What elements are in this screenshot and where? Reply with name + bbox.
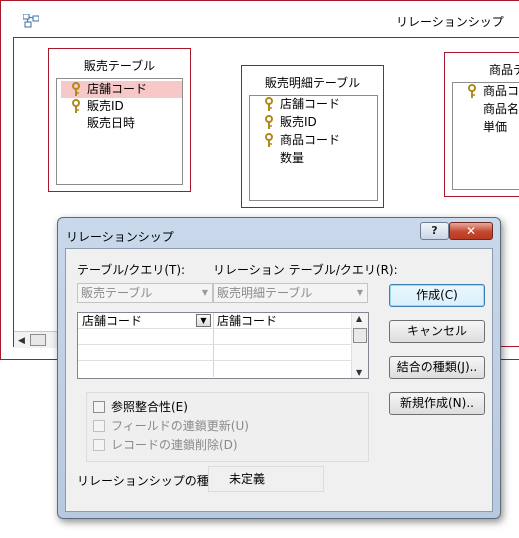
table-box-sales-detail[interactable]: 販売明細テーブル 店舗コード 販売ID 商品コード 数量 — [241, 65, 384, 208]
key-icon — [265, 133, 273, 147]
column-separator — [213, 313, 214, 328]
field-item[interactable]: 販売ID — [254, 114, 377, 131]
table-box-sales[interactable]: 販売テーブル 店舗コード 販売ID 販売日時 — [48, 48, 191, 192]
table-title: 商品テ — [489, 63, 519, 77]
field-item[interactable]: 店舗コード — [254, 96, 377, 113]
chevron-down-icon: ▼ — [201, 288, 208, 297]
vertical-scrollbar[interactable]: ▲ ▼ — [351, 313, 368, 378]
relationships-title: リレーションシップ — [396, 15, 504, 29]
grid-cell-right[interactable]: 店舗コード — [217, 313, 277, 329]
integrity-options-group: 参照整合性(E) フィールドの連鎖更新(U) レコードの連鎖削除(D) — [86, 392, 369, 462]
create-new-button[interactable]: 新規作成(N).. — [389, 392, 485, 415]
grid-row[interactable] — [78, 329, 352, 345]
key-icon — [72, 99, 80, 113]
scroll-thumb[interactable] — [30, 334, 46, 346]
field-item[interactable]: 店舗コード — [61, 81, 182, 98]
edit-relationships-dialog: リレーションシップ ? ✕ テーブル/クエリ(T): リレーション テーブル/ク… — [57, 217, 501, 519]
key-icon — [72, 82, 80, 96]
referential-integrity-checkbox[interactable]: 参照整合性(E) — [93, 399, 188, 415]
dialog-title: リレーションシップ — [66, 230, 174, 244]
field-list[interactable]: 商品コー 商品名 単価 — [452, 82, 519, 190]
field-item[interactable]: 数量 — [254, 150, 377, 167]
cancel-button[interactable]: キャンセル — [389, 320, 485, 343]
close-button[interactable]: ✕ — [449, 222, 493, 240]
column-separator — [213, 361, 214, 377]
relationship-type-label: リレーションシップの種類 — [77, 474, 221, 488]
checkbox-box[interactable] — [93, 439, 105, 451]
dialog-body: テーブル/クエリ(T): リレーション テーブル/クエリ(R): 販売テーブル … — [65, 248, 493, 512]
related-table-query-label: リレーション テーブル/クエリ(R): — [213, 263, 398, 277]
key-icon — [265, 115, 273, 129]
chevron-down-icon: ▼ — [356, 288, 363, 297]
table-box-products[interactable]: 商品テ 商品コー 商品名 単価 — [444, 52, 519, 197]
table-title: 販売明細テーブル — [264, 76, 361, 90]
scroll-left-icon[interactable]: ◀ — [18, 336, 25, 346]
grid-row[interactable] — [78, 361, 352, 377]
relationships-icon — [23, 14, 39, 28]
field-list[interactable]: 店舗コード 販売ID 商品コード 数量 — [249, 95, 378, 201]
table-query-label: テーブル/クエリ(T): — [77, 263, 186, 277]
cascade-delete-checkbox[interactable]: レコードの連鎖削除(D) — [93, 437, 238, 453]
help-button[interactable]: ? — [420, 222, 449, 240]
grid-cell-left[interactable]: 店舗コード — [82, 313, 142, 329]
scroll-thumb[interactable] — [353, 328, 367, 343]
field-item[interactable]: 販売ID — [61, 98, 182, 115]
column-separator — [213, 329, 214, 344]
field-item[interactable]: 商品コード — [254, 132, 377, 149]
field-mapping-grid[interactable]: 店舗コード ▼ 店舗コード ▲ ▼ — [77, 312, 369, 379]
join-type-button[interactable]: 結合の種類(J).. — [389, 356, 485, 379]
cell-dropdown-icon[interactable]: ▼ — [196, 314, 211, 327]
checkbox-box[interactable] — [93, 420, 105, 432]
table-query-select[interactable]: 販売テーブル ▼ — [77, 283, 213, 303]
scroll-up-icon[interactable]: ▲ — [356, 314, 362, 323]
field-item[interactable]: 単価 — [457, 119, 519, 136]
scroll-down-icon[interactable]: ▼ — [356, 368, 362, 377]
field-item[interactable]: 商品名 — [457, 101, 519, 118]
table-title: 販売テーブル — [83, 59, 156, 73]
cascade-update-checkbox[interactable]: フィールドの連鎖更新(U) — [93, 418, 249, 434]
field-list[interactable]: 店舗コード 販売ID 販売日時 — [56, 78, 183, 185]
create-button[interactable]: 作成(C) — [389, 284, 485, 307]
grid-row[interactable]: 店舗コード ▼ 店舗コード — [78, 313, 352, 329]
field-item[interactable]: 販売日時 — [61, 115, 182, 132]
grid-row[interactable] — [78, 345, 352, 361]
checkbox-box[interactable] — [93, 401, 105, 413]
key-icon — [265, 97, 273, 111]
field-item[interactable]: 商品コー — [457, 83, 519, 100]
relationship-type-value: 未定義 — [208, 466, 324, 492]
related-table-query-select[interactable]: 販売明細テーブル ▼ — [213, 283, 368, 303]
key-icon — [468, 84, 476, 98]
column-separator — [213, 345, 214, 360]
